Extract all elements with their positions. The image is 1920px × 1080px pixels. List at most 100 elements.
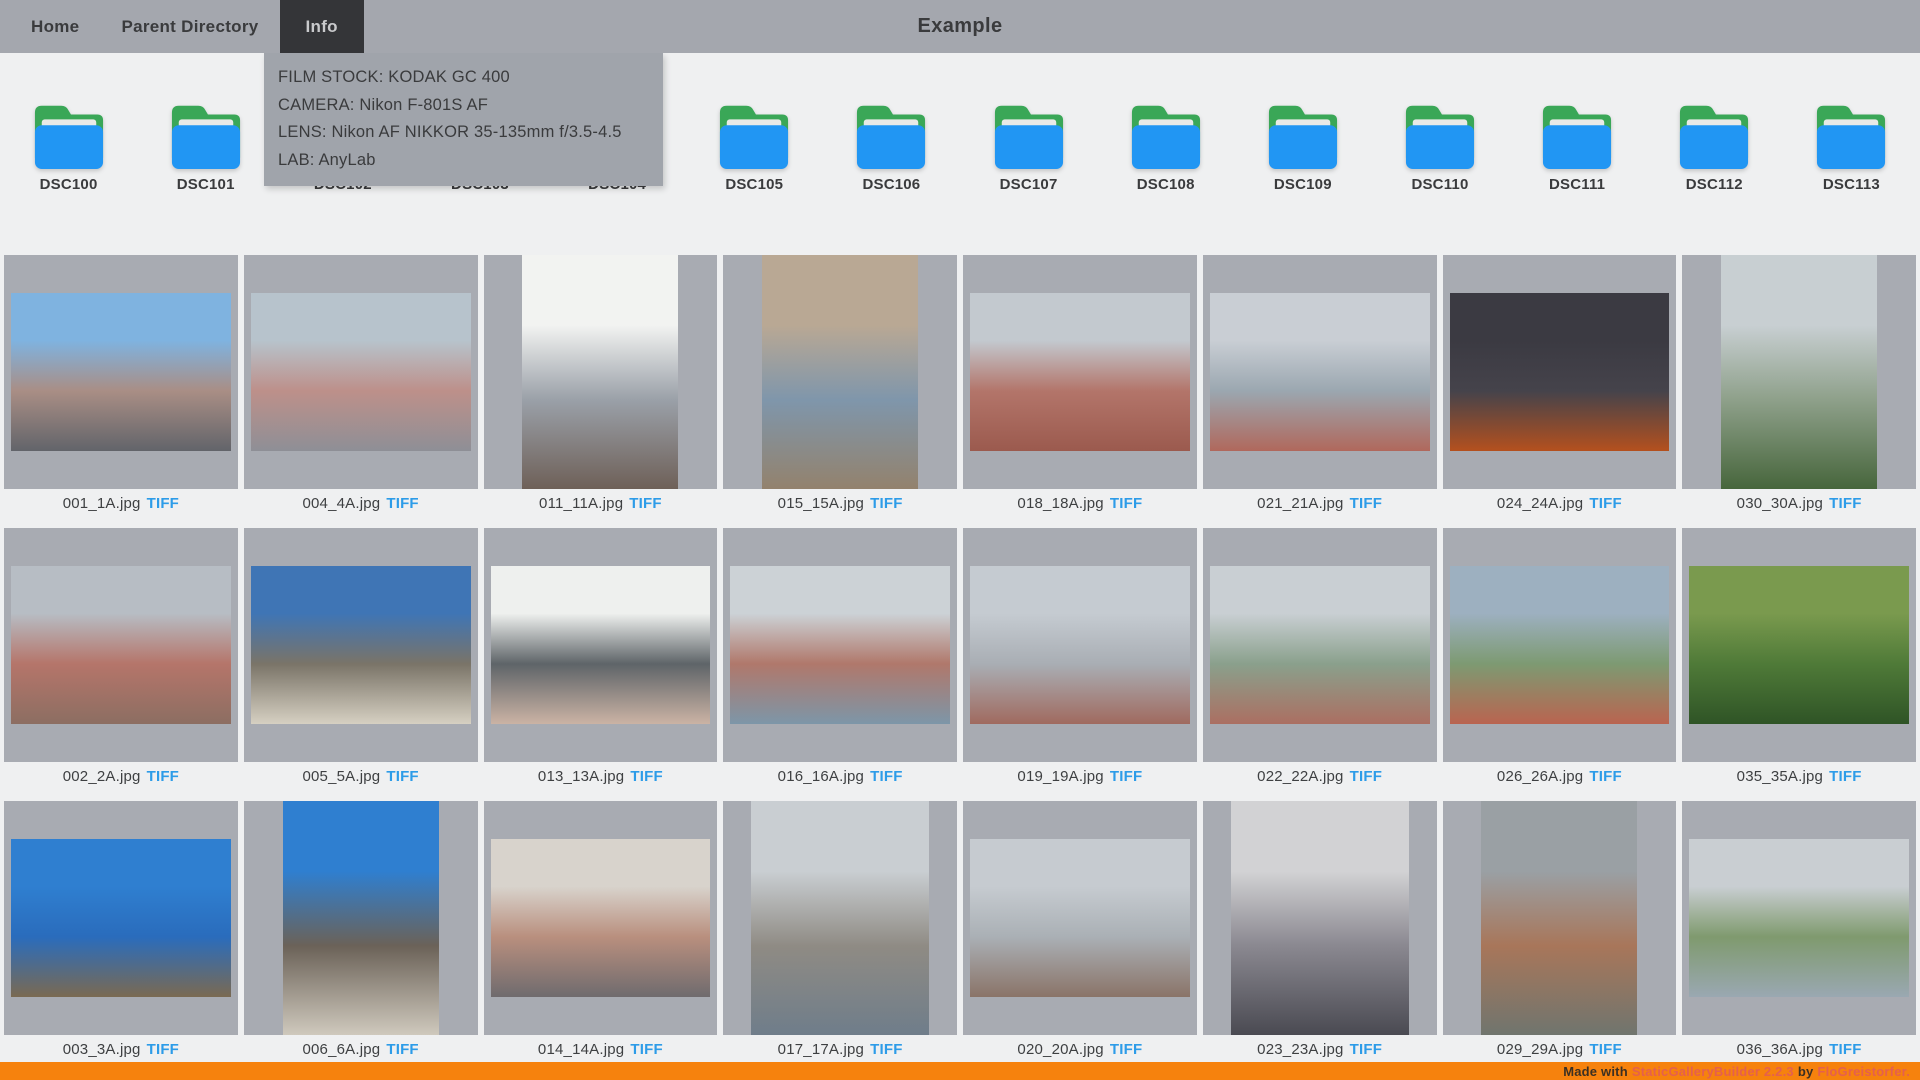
footer-bar: Made with StaticGalleryBuilder 2.2.3 by … [0, 1062, 1920, 1080]
folder-item-dsc112[interactable]: DSC112 [1646, 98, 1783, 193]
tiff-link[interactable]: TIFF [870, 1041, 902, 1058]
tiff-link[interactable]: TIFF [1589, 1041, 1621, 1058]
photo-caption: 011_11A.jpg TIFF [484, 489, 718, 528]
photo-filename: 023_23A.jpg [1257, 1041, 1343, 1058]
tiff-link[interactable]: TIFF [386, 768, 418, 785]
tiff-link[interactable]: TIFF [1829, 768, 1861, 785]
photo-filename: 026_26A.jpg [1497, 768, 1583, 785]
nav-item-info[interactable]: Info [280, 0, 364, 53]
tiff-link[interactable]: TIFF [870, 495, 902, 512]
photo-filename: 013_13A.jpg [538, 768, 624, 785]
folder-item-dsc108[interactable]: DSC108 [1097, 98, 1234, 193]
tiff-link[interactable]: TIFF [1589, 768, 1621, 785]
photo-tile [1682, 255, 1916, 489]
photo-caption: 024_24A.jpg TIFF [1443, 489, 1677, 528]
photo-thumbnail[interactable] [11, 293, 231, 451]
tiff-link[interactable]: TIFF [629, 495, 661, 512]
photo-tile [723, 801, 957, 1035]
folder-label: DSC107 [1000, 176, 1058, 193]
folder-item-dsc100[interactable]: DSC100 [0, 98, 137, 193]
photo-thumbnail[interactable] [762, 255, 918, 489]
photo-cell: 018_18A.jpg TIFF [963, 255, 1197, 528]
folder-item-dsc105[interactable]: DSC105 [686, 98, 823, 193]
photo-filename: 018_18A.jpg [1017, 495, 1103, 512]
photo-tile [4, 255, 238, 489]
folder-label: DSC108 [1137, 176, 1195, 193]
photo-gallery: 001_1A.jpg TIFF 004_4A.jpg TIFF 011_11A.… [0, 255, 1920, 1074]
photo-thumbnail[interactable] [970, 566, 1190, 724]
folder-item-dsc110[interactable]: DSC110 [1371, 98, 1508, 193]
photo-filename: 019_19A.jpg [1017, 768, 1103, 785]
photo-caption: 002_2A.jpg TIFF [4, 762, 238, 801]
photo-filename: 017_17A.jpg [778, 1041, 864, 1058]
folder-item-dsc113[interactable]: DSC113 [1783, 98, 1920, 193]
photo-thumbnail[interactable] [1481, 801, 1637, 1035]
nav-items: HomeParent DirectoryInfo [0, 0, 364, 53]
photo-thumbnail[interactable] [1210, 293, 1430, 451]
tiff-link[interactable]: TIFF [1350, 495, 1382, 512]
photo-thumbnail[interactable] [1689, 566, 1909, 724]
photo-thumbnail[interactable] [751, 801, 929, 1035]
tooltip-line: FILM STOCK: KODAK GC 400 [278, 64, 649, 92]
photo-tile [244, 255, 478, 489]
photo-thumbnail[interactable] [970, 839, 1190, 997]
photo-caption: 016_16A.jpg TIFF [723, 762, 957, 801]
tiff-link[interactable]: TIFF [147, 495, 179, 512]
photo-thumbnail[interactable] [11, 839, 231, 997]
tiff-link[interactable]: TIFF [870, 768, 902, 785]
folder-item-dsc107[interactable]: DSC107 [960, 98, 1097, 193]
photo-cell: 030_30A.jpg TIFF [1682, 255, 1916, 528]
photo-thumbnail[interactable] [1689, 839, 1909, 997]
photo-thumbnail[interactable] [251, 566, 471, 724]
photo-filename: 035_35A.jpg [1737, 768, 1823, 785]
folder-item-dsc111[interactable]: DSC111 [1509, 98, 1646, 193]
tiff-link[interactable]: TIFF [1350, 768, 1382, 785]
photo-thumbnail[interactable] [522, 255, 678, 489]
photo-filename: 029_29A.jpg [1497, 1041, 1583, 1058]
photo-thumbnail[interactable] [491, 839, 711, 997]
author-link[interactable]: FloGreistorfer. [1817, 1064, 1910, 1079]
photo-cell: 019_19A.jpg TIFF [963, 528, 1197, 801]
folder-icon [1538, 98, 1616, 170]
photo-thumbnail[interactable] [970, 293, 1190, 451]
folder-item-dsc109[interactable]: DSC109 [1234, 98, 1371, 193]
tiff-link[interactable]: TIFF [1110, 1041, 1142, 1058]
tiff-link[interactable]: TIFF [1110, 495, 1142, 512]
photo-cell: 023_23A.jpg TIFF [1203, 801, 1437, 1074]
photo-thumbnail[interactable] [1450, 566, 1670, 724]
folder-label: DSC111 [1549, 176, 1605, 193]
tiff-link[interactable]: TIFF [630, 1041, 662, 1058]
photo-tile [723, 528, 957, 762]
folder-item-dsc106[interactable]: DSC106 [823, 98, 960, 193]
photo-thumbnail[interactable] [1721, 255, 1877, 489]
photo-thumbnail[interactable] [1231, 801, 1409, 1035]
tiff-link[interactable]: TIFF [1589, 495, 1621, 512]
photo-thumbnail[interactable] [1210, 566, 1430, 724]
photo-thumbnail[interactable] [283, 801, 439, 1035]
tiff-link[interactable]: TIFF [1829, 1041, 1861, 1058]
tiff-link[interactable]: TIFF [147, 1041, 179, 1058]
tiff-link[interactable]: TIFF [386, 1041, 418, 1058]
folder-item-dsc101[interactable]: DSC101 [137, 98, 274, 193]
nav-item-home[interactable]: Home [10, 0, 100, 53]
tiff-link[interactable]: TIFF [147, 768, 179, 785]
photo-filename: 006_6A.jpg [302, 1041, 380, 1058]
photo-cell: 006_6A.jpg TIFF [244, 801, 478, 1074]
tiff-link[interactable]: TIFF [1110, 768, 1142, 785]
photo-thumbnail[interactable] [491, 566, 711, 724]
photo-caption: 018_18A.jpg TIFF [963, 489, 1197, 528]
photo-thumbnail[interactable] [730, 566, 950, 724]
nav-item-parent-directory[interactable]: Parent Directory [100, 0, 279, 53]
photo-caption: 021_21A.jpg TIFF [1203, 489, 1437, 528]
tiff-link[interactable]: TIFF [386, 495, 418, 512]
builder-link[interactable]: StaticGalleryBuilder 2.2.3 [1632, 1064, 1794, 1079]
folder-label: DSC110 [1411, 176, 1468, 193]
photo-filename: 020_20A.jpg [1017, 1041, 1103, 1058]
photo-thumbnail[interactable] [11, 566, 231, 724]
tiff-link[interactable]: TIFF [1829, 495, 1861, 512]
photo-filename: 011_11A.jpg [539, 495, 623, 512]
tiff-link[interactable]: TIFF [1350, 1041, 1382, 1058]
photo-thumbnail[interactable] [1450, 293, 1670, 451]
photo-thumbnail[interactable] [251, 293, 471, 451]
tiff-link[interactable]: TIFF [630, 768, 662, 785]
